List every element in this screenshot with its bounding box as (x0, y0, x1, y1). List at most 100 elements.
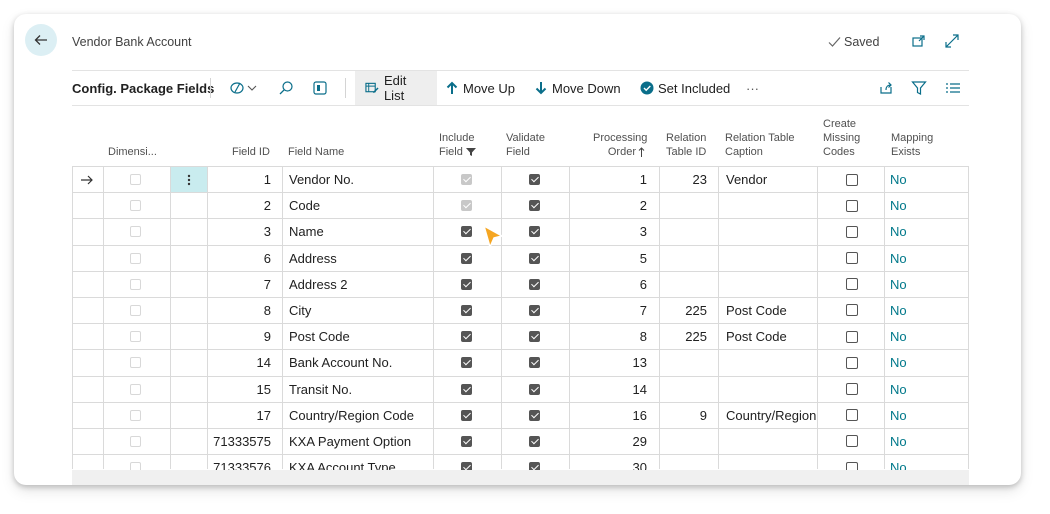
dimension-checkbox[interactable] (130, 324, 141, 349)
validate-field-checkbox[interactable] (529, 246, 540, 271)
relation-table-id-cell[interactable]: 23 (660, 167, 707, 192)
mapping-exists-link[interactable]: No (890, 246, 907, 271)
field-id-cell[interactable]: 71333575 (207, 429, 271, 454)
processing-order-cell[interactable]: 16 (569, 403, 647, 428)
relation-table-id-cell[interactable] (660, 429, 707, 454)
table-row[interactable]: 8 City 7 225 Post Code No (72, 298, 969, 325)
include-field-checkbox[interactable] (461, 429, 472, 454)
dimension-checkbox[interactable] (130, 272, 141, 297)
relation-table-id-cell[interactable] (660, 193, 707, 218)
table-row[interactable]: 7 Address 2 6 No (72, 272, 969, 298)
processing-order-cell[interactable]: 8 (569, 324, 647, 349)
table-row[interactable]: 71333575 KXA Payment Option 29 No (72, 429, 969, 456)
relation-table-id-cell[interactable] (660, 350, 707, 375)
relation-table-id-cell[interactable] (660, 219, 707, 244)
validate-field-checkbox[interactable] (529, 403, 540, 428)
table-row[interactable]: 15 Transit No. 14 No (72, 377, 969, 403)
validate-field-checkbox[interactable] (529, 167, 540, 192)
validate-field-checkbox[interactable] (529, 377, 540, 402)
processing-order-cell[interactable]: 6 (569, 272, 647, 297)
mapping-exists-link[interactable]: No (890, 429, 907, 454)
relation-table-id-cell[interactable] (660, 377, 707, 402)
create-missing-codes-checkbox[interactable] (846, 324, 858, 349)
col-header-create-missing-codes[interactable]: Create Missing Codes (823, 117, 860, 159)
create-missing-codes-checkbox[interactable] (846, 193, 858, 218)
create-missing-codes-checkbox[interactable] (846, 246, 858, 271)
set-included-button[interactable]: Set Included (640, 71, 730, 105)
edit-list-button[interactable]: Edit List (355, 71, 437, 105)
col-header-mapping-exists[interactable]: Mapping Exists (891, 131, 933, 159)
processing-order-cell[interactable]: 13 (569, 350, 647, 375)
dimension-checkbox[interactable] (130, 193, 141, 218)
validate-field-checkbox[interactable] (529, 324, 540, 349)
list-view-icon[interactable] (945, 71, 961, 105)
field-id-cell[interactable]: 9 (207, 324, 271, 349)
include-field-checkbox[interactable] (461, 272, 472, 297)
move-down-button[interactable]: Move Down (534, 71, 621, 105)
include-field-checkbox[interactable] (461, 298, 472, 323)
processing-order-cell[interactable]: 3 (569, 219, 647, 244)
create-missing-codes-checkbox[interactable] (846, 298, 858, 323)
table-row[interactable]: 2 Code 2 No (72, 193, 969, 220)
col-header-processing-order[interactable]: Processing Order (593, 131, 647, 159)
processing-order-cell[interactable]: 7 (569, 298, 647, 323)
validate-field-checkbox[interactable] (529, 219, 540, 244)
table-row[interactable]: 9 Post Code 8 225 Post Code No (72, 324, 969, 351)
include-field-checkbox[interactable] (461, 193, 472, 218)
relation-table-id-cell[interactable] (660, 246, 707, 271)
table-row[interactable]: 17 Country/Region Code 16 9 Country/Region No (72, 403, 969, 429)
dimension-checkbox[interactable] (130, 350, 141, 375)
mapping-exists-link[interactable]: No (890, 193, 907, 218)
dimension-checkbox[interactable] (130, 377, 141, 402)
col-header-include-field[interactable]: Include Field (439, 131, 476, 159)
share-icon[interactable] (878, 71, 894, 105)
analyze-dropdown[interactable] (230, 71, 258, 105)
processing-order-cell[interactable]: 29 (569, 429, 647, 454)
include-field-checkbox[interactable] (461, 324, 472, 349)
relation-table-id-cell[interactable]: 9 (660, 403, 707, 428)
create-missing-codes-checkbox[interactable] (846, 403, 858, 428)
col-header-relation-caption[interactable]: Relation Table Caption (725, 131, 795, 159)
validate-field-checkbox[interactable] (529, 298, 540, 323)
search-icon[interactable] (278, 71, 294, 105)
include-field-checkbox[interactable] (461, 377, 472, 402)
dimension-checkbox[interactable] (130, 298, 141, 323)
mapping-exists-link[interactable]: No (890, 272, 907, 297)
more-options-button[interactable]: ··· (746, 71, 759, 105)
expand-icon[interactable] (944, 33, 960, 54)
create-missing-codes-checkbox[interactable] (846, 429, 858, 454)
field-id-cell[interactable]: 15 (207, 377, 271, 402)
field-id-cell[interactable]: 17 (207, 403, 271, 428)
create-missing-codes-checkbox[interactable] (846, 167, 858, 192)
field-id-cell[interactable]: 7 (207, 272, 271, 297)
dimension-checkbox[interactable] (130, 429, 141, 454)
page-inspect-icon[interactable] (312, 71, 328, 105)
relation-table-id-cell[interactable] (660, 272, 707, 297)
field-id-cell[interactable]: 8 (207, 298, 271, 323)
relation-table-id-cell[interactable]: 225 (660, 298, 707, 323)
open-new-window-icon[interactable] (911, 33, 927, 54)
table-row[interactable]: 1 Vendor No. 1 23 Vendor No (72, 167, 969, 194)
filter-icon[interactable] (911, 71, 927, 105)
dimension-checkbox[interactable] (130, 167, 141, 192)
include-field-checkbox[interactable] (461, 403, 472, 428)
processing-order-cell[interactable]: 5 (569, 246, 647, 271)
field-id-cell[interactable]: 3 (207, 219, 271, 244)
field-id-cell[interactable]: 1 (207, 167, 271, 192)
create-missing-codes-checkbox[interactable] (846, 219, 858, 244)
create-missing-codes-checkbox[interactable] (846, 350, 858, 375)
include-field-checkbox[interactable] (461, 219, 472, 244)
mapping-exists-link[interactable]: No (890, 298, 907, 323)
validate-field-checkbox[interactable] (529, 193, 540, 218)
move-up-button[interactable]: Move Up (445, 71, 515, 105)
dimension-checkbox[interactable] (130, 403, 141, 428)
table-row[interactable]: 14 Bank Account No. 13 No (72, 350, 969, 377)
include-field-checkbox[interactable] (461, 350, 472, 375)
dimension-checkbox[interactable] (130, 219, 141, 244)
col-header-dimension[interactable]: Dimensi... (108, 145, 157, 159)
mapping-exists-link[interactable]: No (890, 403, 907, 428)
validate-field-checkbox[interactable] (529, 350, 540, 375)
include-field-checkbox[interactable] (461, 167, 472, 192)
create-missing-codes-checkbox[interactable] (846, 377, 858, 402)
col-header-relation-table-id[interactable]: Relation Table ID (666, 131, 706, 159)
